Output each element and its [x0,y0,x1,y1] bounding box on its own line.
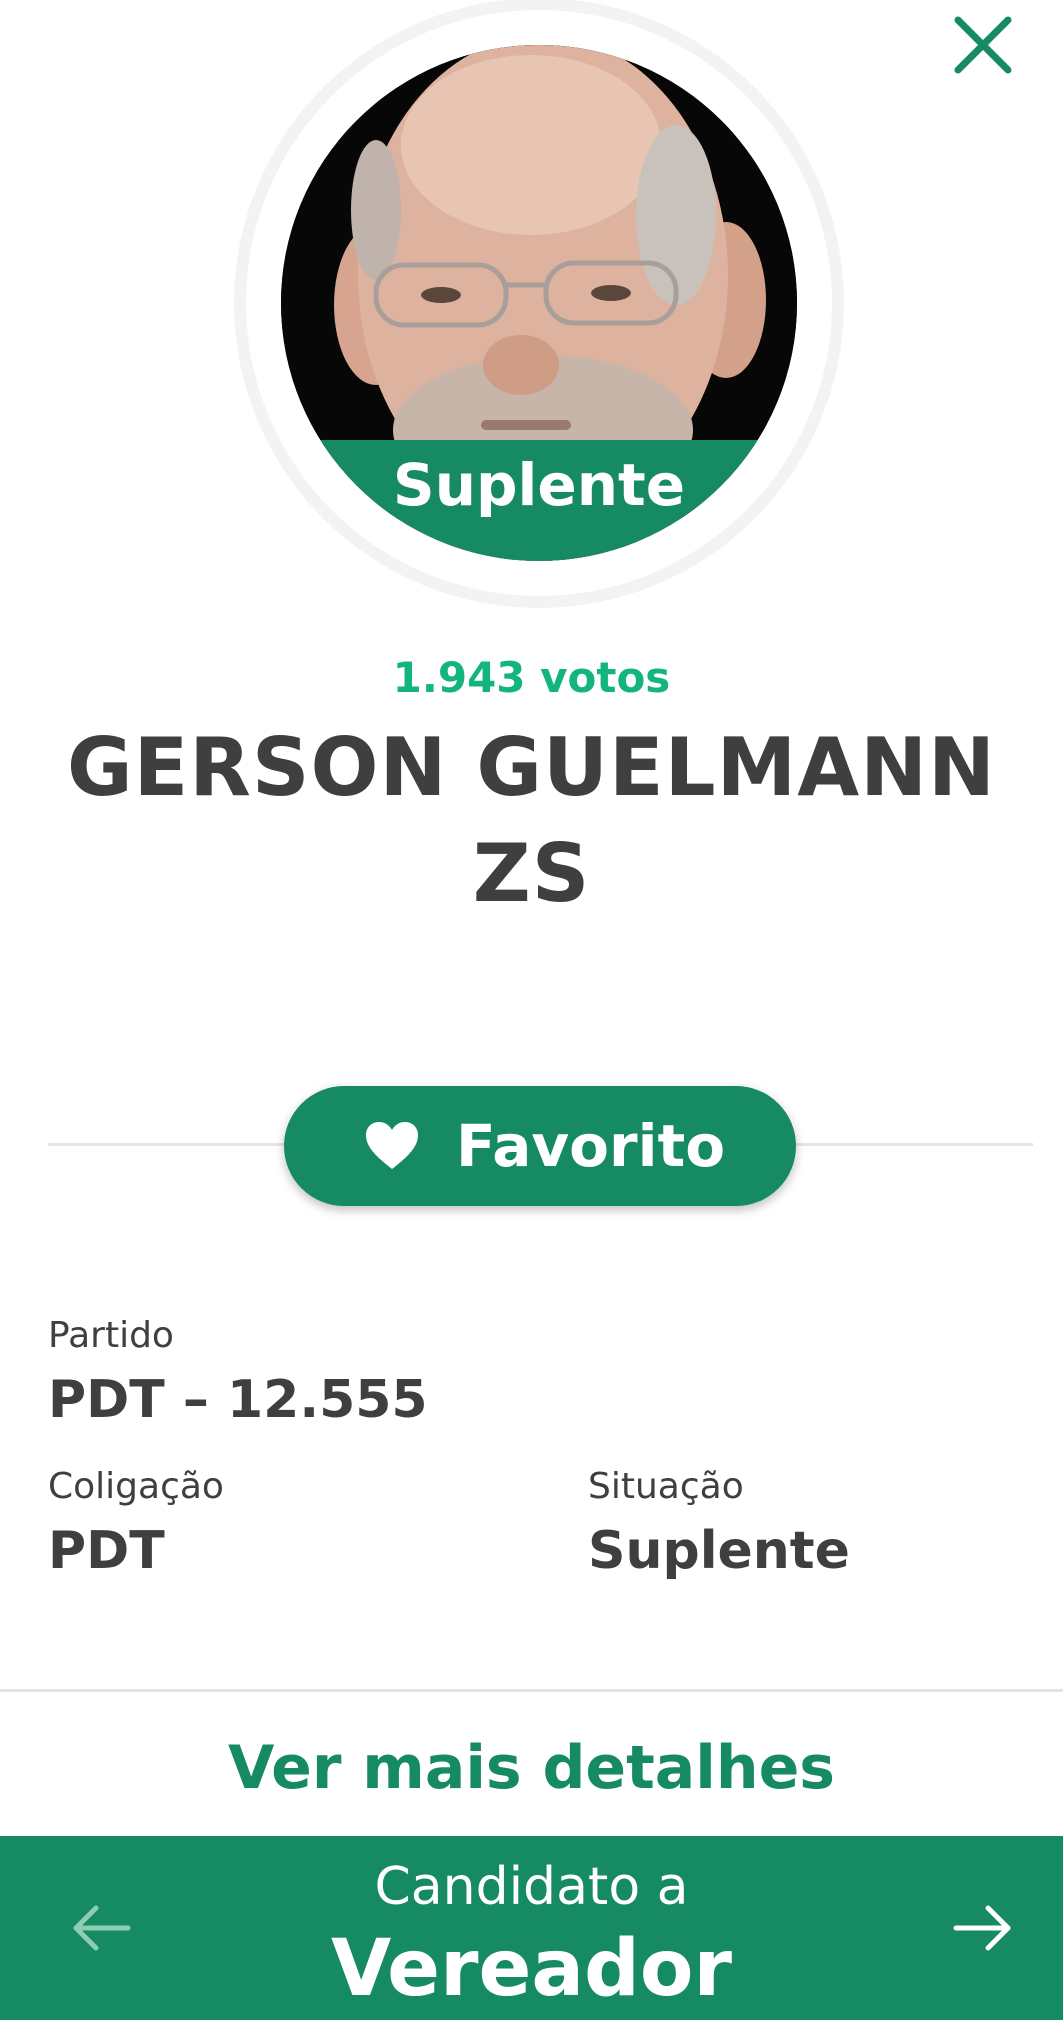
office-title: Vereador [331,1924,732,2014]
candidate-name-line2: ZS [472,827,591,920]
candidate-avatar: Suplente [281,45,797,561]
situation-label: Situação [588,1466,744,1507]
more-details-link[interactable]: Ver mais detalhes [0,1732,1063,1804]
close-icon [954,16,1012,74]
party-label: Partido [48,1315,174,1356]
favorite-button[interactable]: Favorito [284,1086,796,1206]
favorite-label: Favorito [456,1112,726,1180]
office-prefix: Candidato a [374,1857,689,1917]
arrow-right-icon [953,1905,1011,1951]
coalition-label: Coligação [48,1466,224,1507]
party-value: PDT – 12.555 [48,1370,428,1430]
coalition-value: PDT [48,1521,165,1581]
candidate-name-line1: GERSON GUELMANN [66,721,997,814]
next-button[interactable] [948,1898,1028,1958]
office-footer: Candidato a Vereador [0,1836,1063,2020]
situation-value: Suplente [588,1521,850,1581]
details-divider [0,1689,1063,1692]
close-button[interactable] [948,10,1018,80]
candidate-name: GERSON GUELMANN ZS [60,715,1003,927]
heart-icon [366,1122,418,1169]
candidate-page: Suplente 1.943 votos GERSON GUELMANN ZS … [0,0,1063,2020]
status-badge: Suplente [281,440,797,561]
status-badge-label: Suplente [392,451,686,519]
votes-count: 1.943 votos [392,653,671,702]
